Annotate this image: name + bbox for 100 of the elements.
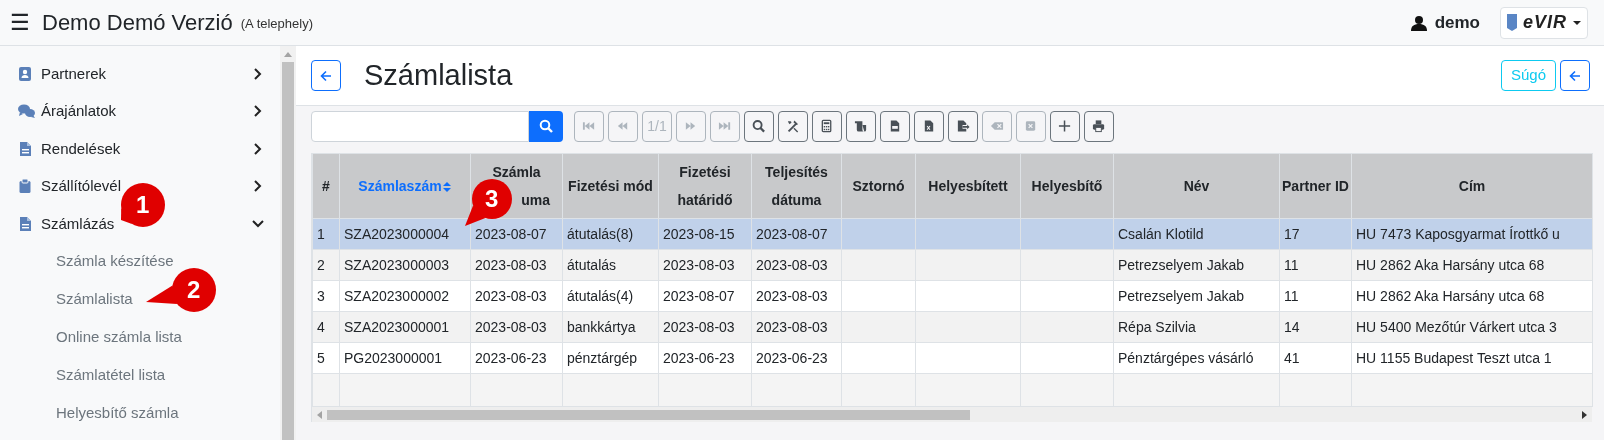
toolbar-button[interactable] [914,110,944,142]
table-cell: 11 [1284,287,1299,304]
sidebar-item[interactable]: Rendelések [41,137,121,160]
submenu-item[interactable]: Számlalista [56,288,133,311]
column-header[interactable]: # [312,153,340,219]
table-cell: átutalás [567,256,617,273]
column-header[interactable]: Sztornó [841,153,916,219]
toolbar-button[interactable] [948,110,978,142]
table-row[interactable]: 1 SZA2023000004 2023-08-07 átutalás(8) 2023-08-15 2023-08-07 Csalán Klotild 17 HU 7473 Kaposgyarmat Írottkő u [312,218,1593,250]
submenu-item[interactable]: Online számla lista [56,326,182,349]
scrollbar-thumb[interactable] [327,409,970,420]
search-button[interactable] [529,110,563,142]
toolbar-button[interactable] [778,110,808,142]
submenu-item[interactable]: Számlatétel lista [56,364,166,387]
user-icon [1410,14,1427,31]
chevron-right-icon [252,67,264,80]
submenu-item[interactable]: Helyesbítő számla [56,402,179,425]
table-cell: átutalás(8) [567,225,634,242]
table-cell: 4 [317,318,325,335]
search-icon [752,119,766,133]
table-cell: Petrezselyem Jakab [1118,287,1245,304]
calculator-icon [820,119,834,133]
table-cell: Csalán Klotild [1118,225,1204,242]
rewind-icon [616,119,630,133]
table-row[interactable]: 3 SZA2023000002 2023-08-03 átutalás(4) 2023-08-07 2023-08-03 Petrezselyem Jakab 11 HU 2862 Aka Harsány utca 68 [312,280,1593,312]
sidebar-item[interactable]: Számlázás [41,212,115,235]
app-title: Demo Demó Verzió [42,9,233,37]
table-cell: 2023-08-07 [475,225,547,242]
table-cell: 11 [1284,256,1299,273]
logo-text: eVIR [1522,11,1567,34]
callout-marker [119,181,167,229]
search-icon [539,119,553,133]
scroll-icon [854,119,868,133]
sidebar-item[interactable]: Árajánlatok [41,100,117,123]
table-cell: 2023-08-03 [756,256,828,273]
table-cell: HU 1155 Budapest Teszt utca 1 [1356,349,1552,366]
scrollbar-thumb[interactable] [282,62,294,440]
table-cell: pénztárgép [567,349,638,366]
column-header[interactable]: Teljesítés dátuma [751,153,842,219]
scroll-right-icon [1582,410,1587,419]
toolbar-button[interactable] [880,110,910,142]
sort-icon [441,181,452,194]
search-field[interactable] [311,110,529,142]
table-cell: átutalás(4) [567,287,634,304]
table-cell: 1 [317,225,325,242]
table-cell: 14 [1284,318,1300,335]
chevron-right-icon [252,142,264,155]
callout-number: 2 [187,278,201,302]
back-button[interactable] [311,60,341,91]
toolbar-button[interactable] [1050,110,1080,142]
logo-menu-button[interactable]: eVIR [1499,6,1588,39]
menu-button[interactable]: ☰ [10,11,30,34]
plus-icon [1058,119,1072,133]
table-cell: 2 [317,256,325,273]
back-button[interactable] [1560,60,1590,91]
scroll-up-icon [284,52,292,57]
column-header[interactable]: Helyesbített [915,153,1021,219]
caret-icon [1573,20,1581,25]
toolbar-button[interactable] [812,110,842,142]
table-cell: HU 5400 Mezőtúr Várkert utca 3 [1356,318,1557,335]
chevron-down-icon [252,217,264,230]
tools-icon [786,119,800,133]
table-cell: 2023-08-07 [663,287,735,304]
table-cell: HU 2862 Aka Harsány utca 68 [1356,256,1545,273]
table-cell: 2023-06-23 [475,349,547,366]
column-header[interactable]: Fizetési mód [562,153,659,219]
toolbar-button[interactable] [846,110,876,142]
scroll-left-icon [317,410,322,419]
table-cell: 2023-08-15 [663,225,735,242]
back-arrow-icon [1568,68,1582,83]
table-cell: 2023-08-03 [475,287,547,304]
column-header[interactable]: Név [1113,153,1280,219]
page-title: Számlalista [364,57,514,93]
column-header[interactable]: Partner ID [1279,153,1352,219]
skip-first-icon [582,119,596,133]
toolbar-button[interactable] [744,110,774,142]
table-cell: 3 [317,287,325,304]
back-arrow-icon [319,68,333,83]
table-cell: Répa Szilvia [1118,318,1196,335]
location-label: (A telephely) [240,14,313,33]
sidebar-item[interactable]: Partnerek [41,62,107,85]
printer-icon [1092,119,1106,133]
table-cell: 2023-08-03 [475,318,547,335]
table-cell: SZA2023000002 [344,287,450,304]
column-header[interactable]: Helyesbítő [1020,153,1114,219]
column-header[interactable]: Cím [1351,153,1593,219]
sidebar-item[interactable]: Szállítólevél [41,175,122,198]
table-cell: 2023-08-03 [756,318,828,335]
backspace-icon [990,119,1004,133]
table-row[interactable]: 2 SZA2023000003 2023-08-03 átutalás 2023-08-03 2023-08-03 Petrezselyem Jakab 11 HU 2862 Aka Harsány utca 68 [312,249,1593,281]
submenu-item[interactable]: Számla készítése [56,250,174,273]
table-cell: bankkártya [567,318,636,335]
toolbar-button[interactable] [1084,110,1114,142]
column-header[interactable]: Fizetési határidő [658,153,752,219]
table-cell: 2023-08-03 [475,256,547,273]
table-row[interactable]: 5 PG2023000001 2023-06-23 pénztárgép 2023-06-23 2023-06-23 Pénztárgépes vásárló 41 HU 1155 Budapest Teszt utca 1 [312,342,1593,374]
table-cell: SZA2023000004 [344,225,450,242]
delete-icon [1024,119,1038,133]
table-row[interactable]: 4 SZA2023000001 2023-08-03 bankkártya 2023-08-03 2023-08-03 Répa Szilvia 14 HU 5400 Mezőtúr Várkert utca 3 [312,311,1593,343]
table-cell: 5 [317,349,325,366]
